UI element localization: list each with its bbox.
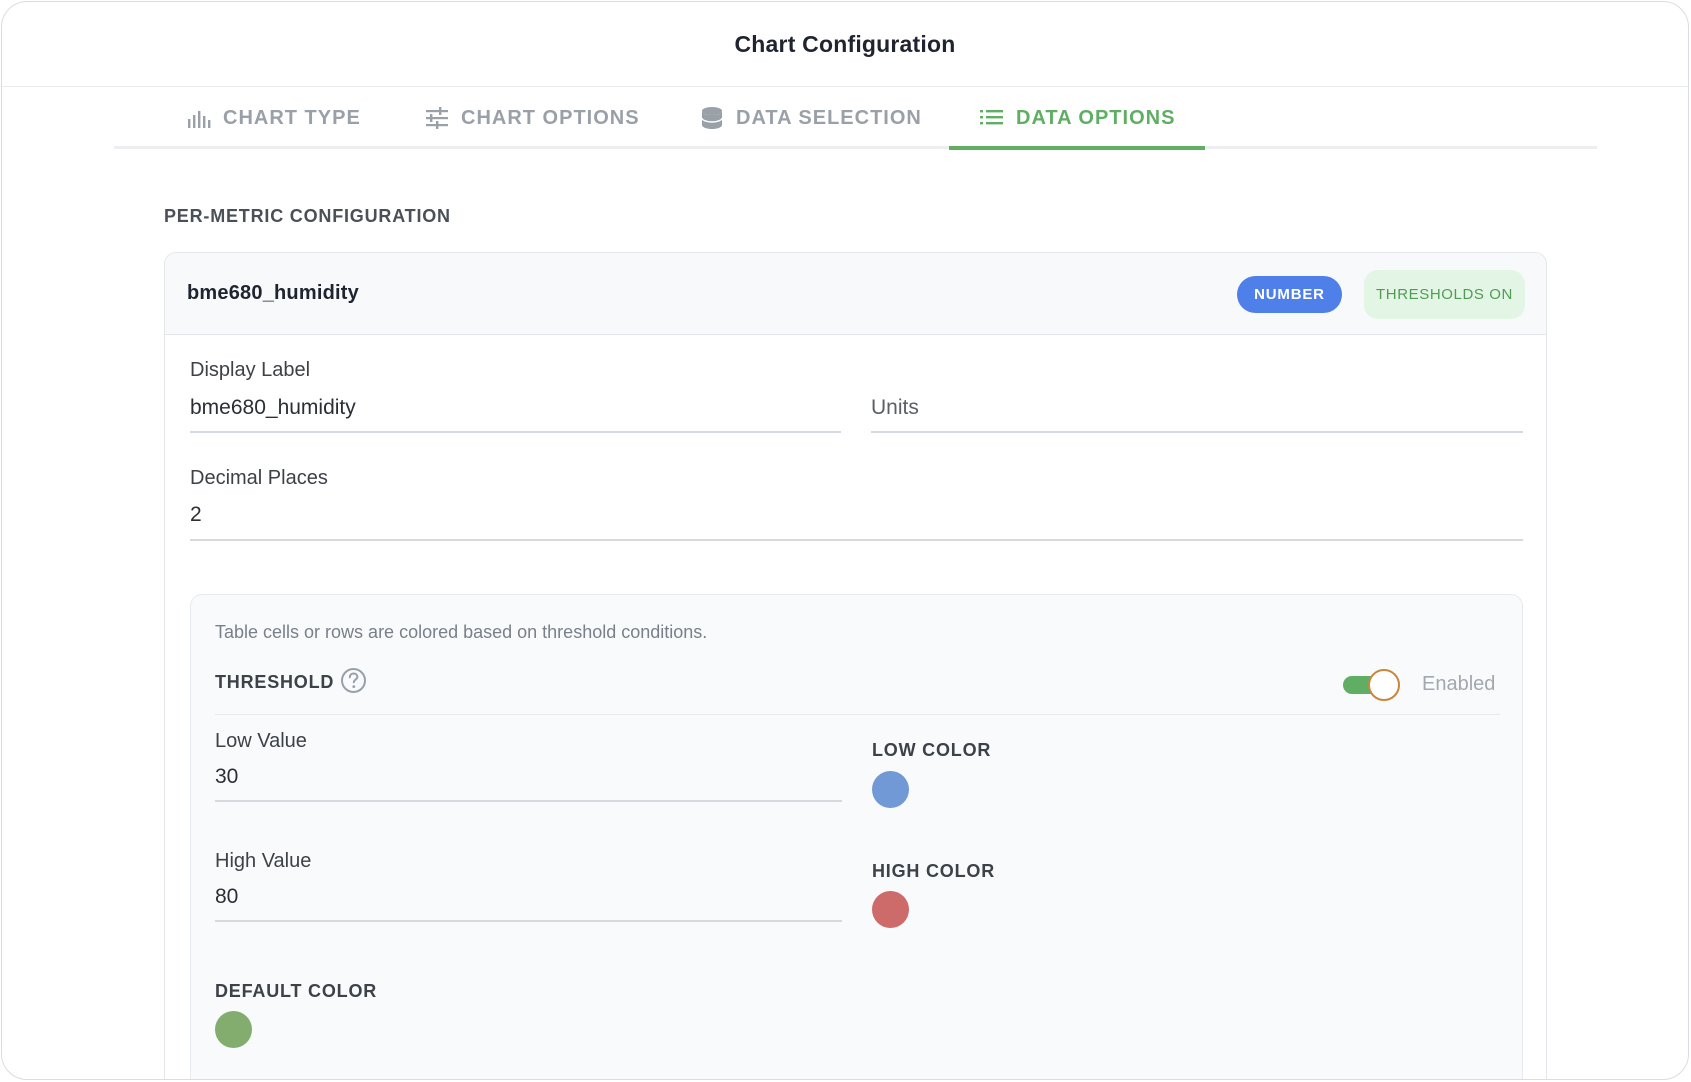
high-value-underline (215, 920, 842, 922)
active-tab-indicator (949, 146, 1205, 150)
units-underline (871, 431, 1523, 433)
metric-name: bme680_humidity (187, 282, 359, 304)
threshold-enabled-toggle[interactable] (1343, 668, 1400, 701)
tab-chart-options[interactable]: CHART OPTIONS (425, 87, 640, 149)
threshold-help-text: Table cells or rows are colored based on… (215, 622, 708, 642)
dialog-title: Chart Configuration (734, 30, 956, 57)
display-label-input[interactable]: bme680_humidity (190, 396, 840, 426)
tab-data-options-label: DATA OPTIONS (1016, 106, 1176, 129)
section-title: PER-METRIC CONFIGURATION (164, 206, 451, 226)
low-color-swatch[interactable] (872, 771, 909, 808)
decimal-places-underline (190, 539, 1523, 541)
tab-chart-type-label: CHART TYPE (223, 106, 361, 129)
high-color-swatch[interactable] (872, 891, 909, 928)
decimal-places-input[interactable]: 2 (190, 503, 1520, 533)
list-icon (980, 110, 1003, 125)
metric-card: bme680_humidity NUMBER THRESHOLDS ON Dis… (164, 252, 1547, 1079)
sliders-icon (426, 107, 448, 129)
threshold-divider (215, 714, 1500, 715)
toggle-knob (1368, 669, 1400, 701)
low-color-label: LOW COLOR (872, 740, 992, 760)
help-icon[interactable] (340, 667, 367, 694)
high-color-label: HIGH COLOR (872, 861, 995, 881)
default-color-swatch[interactable] (215, 1011, 252, 1048)
low-value-input[interactable]: 30 (215, 765, 840, 795)
units-input[interactable]: Units (871, 396, 1521, 426)
default-color-label: DEFAULT COLOR (215, 981, 378, 1001)
tab-bar: CHART TYPE CHART OPTIONS DATA SELECTION (114, 87, 1597, 150)
database-icon (701, 107, 723, 129)
decimal-places-label: Decimal Places (190, 467, 328, 489)
high-value-input[interactable]: 80 (215, 885, 840, 915)
threshold-panel: Table cells or rows are colored based on… (190, 594, 1523, 1079)
display-label-label: Display Label (190, 359, 311, 381)
tab-data-selection-label: DATA SELECTION (736, 106, 922, 129)
low-value-label: Low Value (215, 730, 307, 752)
chart-configuration-dialog: Chart Configuration CHART TYPE CHART OPT… (1, 1, 1689, 1080)
high-value-label: High Value (215, 850, 312, 872)
metric-card-header: bme680_humidity NUMBER THRESHOLDS ON (165, 253, 1546, 335)
type-badge: NUMBER (1237, 276, 1342, 313)
low-value-underline (215, 800, 842, 802)
dialog-header: Chart Configuration (2, 2, 1688, 87)
toggle-enabled-label: Enabled (1422, 673, 1496, 695)
tab-chart-options-label: CHART OPTIONS (461, 106, 640, 129)
display-label-underline (190, 431, 841, 433)
tab-chart-type[interactable]: CHART TYPE (187, 87, 361, 149)
threshold-title: THRESHOLD (215, 672, 335, 692)
tab-data-options[interactable]: DATA OPTIONS (980, 87, 1175, 149)
bar-chart-icon (188, 111, 211, 128)
tab-data-selection[interactable]: DATA SELECTION (700, 87, 922, 149)
thresholds-badge: THRESHOLDS ON (1364, 270, 1525, 319)
